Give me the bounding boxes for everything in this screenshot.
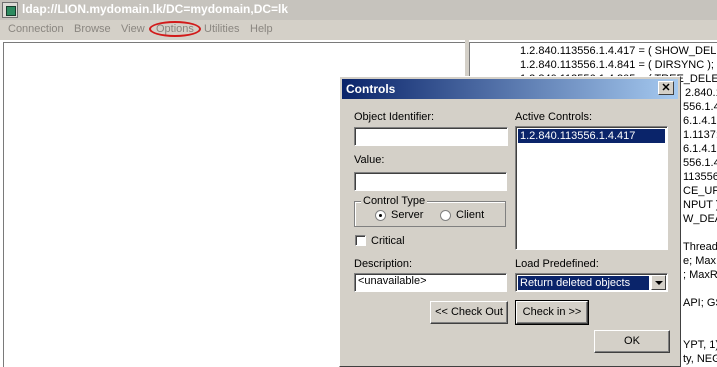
menu-bar: Connection Browse View Options Utilities… xyxy=(0,20,717,40)
controls-dialog: Controls ✕ Object Identifier: Value: Con… xyxy=(339,76,681,367)
menu-help[interactable]: Help xyxy=(250,23,273,35)
output-line: YPT, 1) xyxy=(683,339,717,351)
output-line: Threads xyxy=(683,241,717,253)
description-label: Description: xyxy=(354,258,413,270)
output-line: 6.1.4.15 xyxy=(683,143,717,155)
menu-browse[interactable]: Browse xyxy=(74,23,111,35)
output-line: 6.1.4.1: xyxy=(683,115,717,127)
ok-button[interactable]: OK xyxy=(594,330,670,353)
object-identifier-input[interactable] xyxy=(354,127,508,146)
object-identifier-label: Object Identifier: xyxy=(354,111,435,123)
output-line: 556.1.4. xyxy=(683,157,717,169)
load-predefined-select[interactable]: Return deleted objects xyxy=(515,273,668,292)
output-line: e; MaxI xyxy=(683,255,717,267)
output-line: API; GS xyxy=(683,297,717,309)
menu-utilities[interactable]: Utilities xyxy=(204,23,239,35)
window-title: ldap://LION.mydomain.lk/DC=mydomain,DC=l… xyxy=(22,2,289,16)
window-titlebar: ldap://LION.mydomain.lk/DC=mydomain,DC=l… xyxy=(0,0,717,20)
chevron-down-icon[interactable] xyxy=(651,275,666,290)
output-line: ; MaxRe xyxy=(683,269,717,281)
control-type-group: Control Type Server Client xyxy=(354,195,506,227)
app-icon xyxy=(2,2,18,18)
active-control-item[interactable]: 1.2.840.113556.1.4.417 xyxy=(518,129,665,143)
output-line: 113556. xyxy=(683,171,717,183)
value-label: Value: xyxy=(354,154,385,166)
dialog-titlebar[interactable]: Controls ✕ xyxy=(342,79,678,99)
description-field: <unavailable> xyxy=(354,273,507,292)
output-line: 1.1137: xyxy=(683,129,717,141)
dialog-title: Controls xyxy=(346,82,396,96)
output-line: NPUT ); xyxy=(683,199,717,211)
output-line: 2.840.1 xyxy=(685,87,717,99)
menu-connection[interactable]: Connection xyxy=(8,23,64,35)
critical-checkbox[interactable] xyxy=(355,235,366,246)
check-out-button[interactable]: << Check Out xyxy=(430,301,508,324)
client-label: Client xyxy=(456,209,485,221)
output-line: CE_UPD xyxy=(683,185,717,197)
client-radio[interactable] xyxy=(440,210,451,221)
output-line: 556.1.4. xyxy=(683,101,717,113)
load-predefined-value: Return deleted objects xyxy=(518,276,649,290)
output-line: ty, NEG xyxy=(683,353,717,365)
output-line: 1.2.840.113556.1.4.841 = ( DIRSYNC ); 1 xyxy=(520,59,717,71)
menu-view[interactable]: View xyxy=(121,23,145,35)
output-line: W_DEA xyxy=(683,213,717,225)
critical-label: Critical xyxy=(371,235,405,247)
active-controls-label: Active Controls: xyxy=(515,111,593,123)
menu-options[interactable]: Options xyxy=(149,21,201,37)
active-controls-list[interactable]: 1.2.840.113556.1.4.417 xyxy=(515,126,668,250)
server-label: Server xyxy=(391,209,424,221)
load-predefined-label: Load Predefined: xyxy=(515,258,599,270)
control-type-legend: Control Type xyxy=(361,195,428,207)
output-line: 1.2.840.113556.1.4.417 = ( SHOW_DELETED … xyxy=(520,45,717,57)
value-input[interactable] xyxy=(354,172,507,191)
server-radio[interactable] xyxy=(375,210,386,221)
close-icon[interactable]: ✕ xyxy=(658,81,674,95)
check-in-button[interactable]: Check in >> xyxy=(515,300,589,325)
